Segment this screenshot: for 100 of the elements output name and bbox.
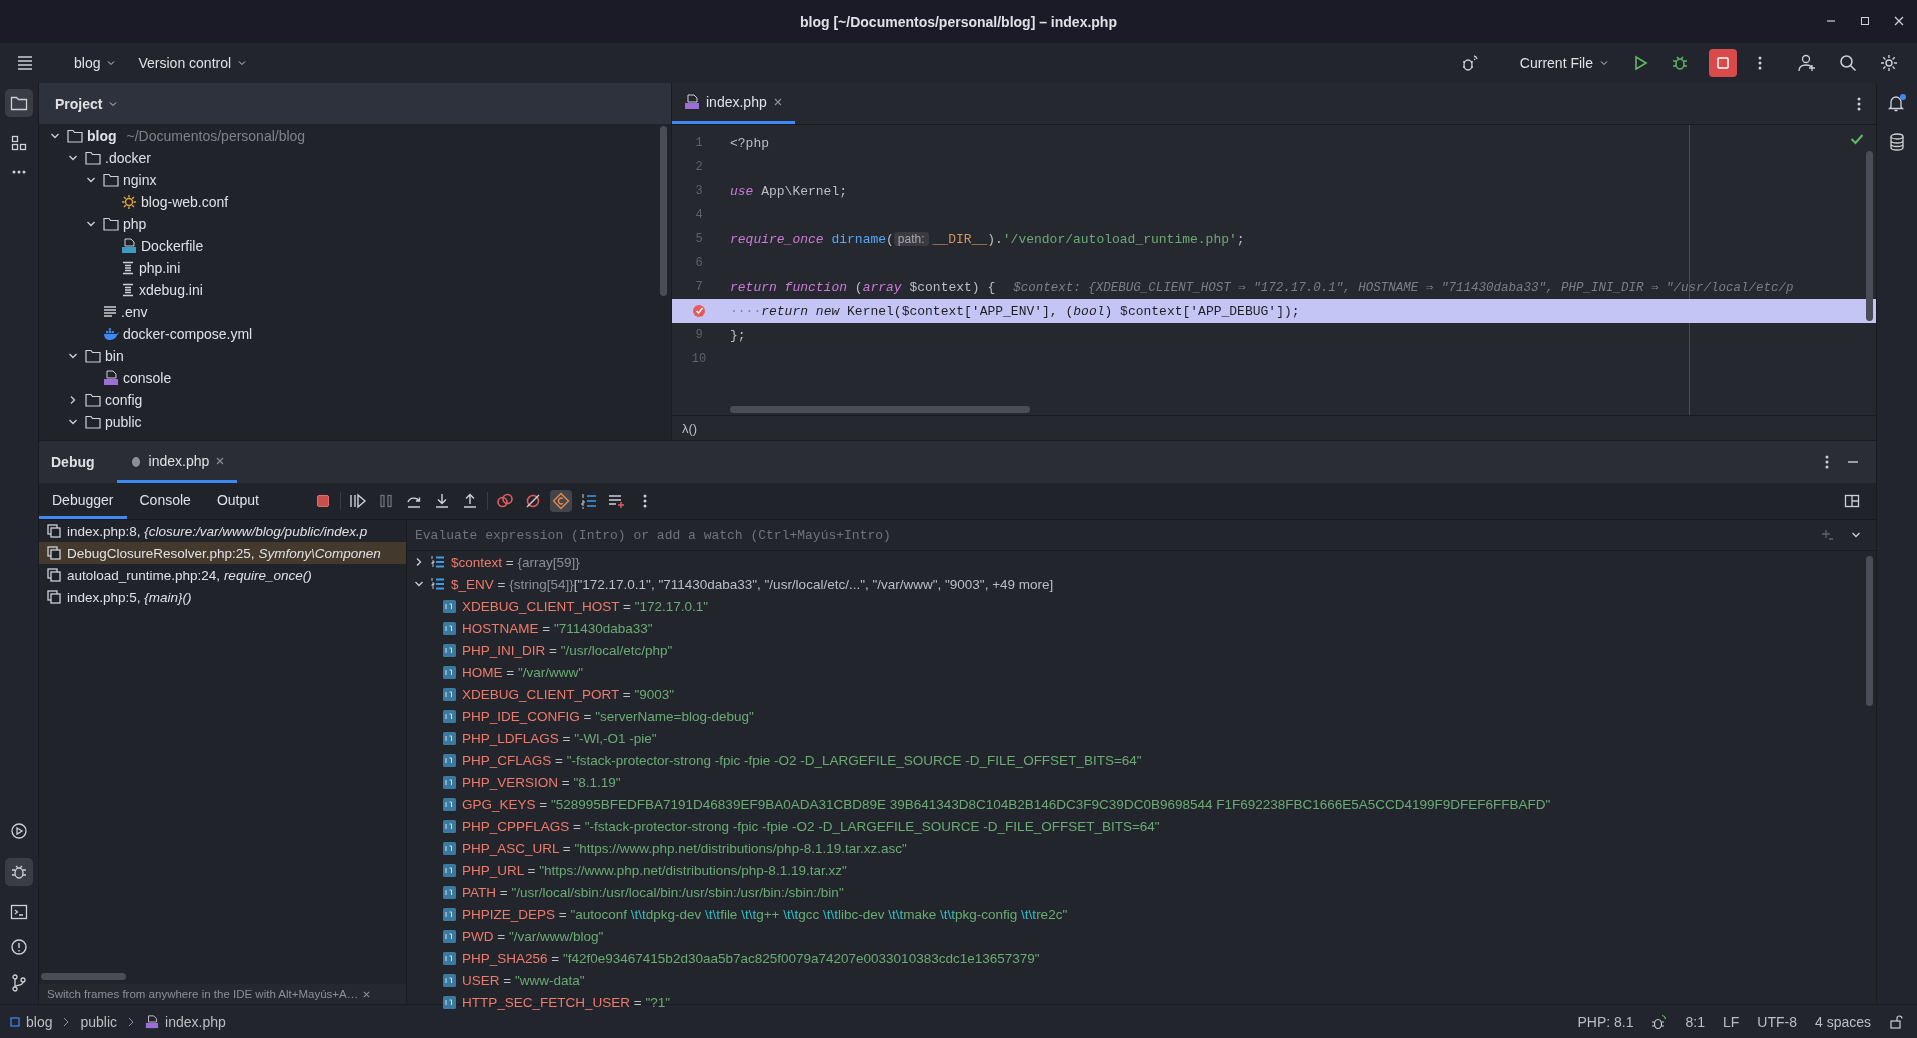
scrollbar[interactable] — [730, 406, 1030, 413]
variable-entry[interactable]: PHP_INI_DIR = "/usr/local/etc/php" — [462, 642, 673, 658]
variable-entry[interactable]: HTTP_SEC_FETCH_USER = "?1" — [462, 994, 671, 1010]
debug-panel-title: Debug — [51, 454, 95, 470]
terminal-icon[interactable] — [10, 904, 28, 920]
view-selector[interactable]: Project — [49, 94, 125, 113]
tree-item-label[interactable]: xdebug.ini — [139, 282, 203, 298]
structure-icon[interactable] — [11, 135, 27, 151]
variable-entry[interactable]: USER = "www-data" — [462, 972, 585, 988]
caret-position[interactable]: 8:1 — [1685, 1013, 1705, 1030]
line-number: 10 — [691, 352, 707, 366]
variable-entry[interactable]: $_ENV = {string[54]}["172.17.0.1", "711430daba33", "/usr/local/etc/...", "/var/www", "9003", +49 more] — [451, 576, 1054, 592]
scrollbar[interactable] — [41, 973, 126, 980]
variable-entry[interactable]: $context = {array[59]} — [451, 554, 580, 570]
close-icon[interactable] — [1893, 15, 1905, 27]
tree-item-label[interactable]: Dockerfile — [141, 238, 204, 254]
tree-item-label[interactable]: config — [105, 392, 143, 408]
variable-entry[interactable]: PHP_SHA256 = "f42f0e93467415b2d30aa5b7ac825f0079a74207e0033010383cdc1e13657379" — [462, 950, 1040, 966]
frame-icon — [47, 590, 61, 604]
debug-subtab[interactable]: Debugger — [39, 483, 127, 519]
debug-icon[interactable] — [1671, 54, 1689, 72]
variable-entry[interactable]: GPG_KEYS = "528995BFEDFBA7191D46839EF9BA0ADA31CBD89E 39B641343D8C104B2B146DC3F9C39DC0B9698544 F1F692238FBC1666E5A5CCD4199F9DFEF6FFBAFD" — [462, 796, 1551, 812]
variable-entry[interactable]: PHPIZE_DEPS = "autoconf \t\tdpkg-dev \t\tfile \t\tg++ \t\tgcc \t\tlibc-dev \t\tmake \t\tpkg-config \t\tre2c" — [462, 906, 1068, 922]
stack-frame[interactable]: DebugClosureResolver.php:25, Symfony\Componen — [39, 542, 406, 564]
variable-entry[interactable]: PHP_VERSION = "8.1.19" — [462, 774, 621, 790]
scrollbar[interactable] — [1866, 151, 1873, 321]
search-icon[interactable] — [1839, 54, 1857, 72]
scrollbar[interactable] — [660, 126, 667, 296]
stack-frame[interactable]: index.php:5, {main}() — [39, 586, 406, 608]
more-icon[interactable] — [1824, 454, 1830, 470]
stack-frame[interactable]: index.php:8, {closure:/var/www/blog/public/index.p — [39, 520, 406, 542]
maximize-icon[interactable] — [1859, 15, 1871, 27]
problems-icon[interactable] — [10, 938, 28, 956]
variable-entry[interactable]: PHP_IDE_CONFIG = "serverName=blog-debug" — [462, 708, 754, 724]
tree-item-label[interactable]: docker-compose.yml — [123, 326, 253, 342]
tree-item-label[interactable]: bin — [105, 348, 124, 364]
path-breadcrumb[interactable]: public — [80, 1013, 118, 1030]
tree-item-label[interactable]: blog-web.conf — [141, 194, 229, 210]
chevron-icon — [237, 58, 248, 68]
more-icon[interactable] — [1757, 55, 1763, 71]
variable-entry[interactable]: PATH = "/usr/local/sbin:/usr/local/bin:/usr/sbin:/usr/bin:/sbin:/bin" — [462, 884, 844, 900]
line-number: 7 — [695, 280, 703, 294]
project-tool-button[interactable] — [5, 89, 33, 117]
project-switcher[interactable]: blog — [66, 51, 125, 75]
field-icon — [443, 797, 456, 811]
variable-entry[interactable]: PHP_ASC_URL = "https://www.php.net/distributions/php-8.1.19.tar.xz.asc" — [462, 840, 907, 856]
layout-icon[interactable] — [1844, 493, 1860, 509]
variable-entry[interactable]: PHP_LDFLAGS = "-Wl,-O1 -pie" — [462, 730, 657, 746]
close-icon[interactable] — [772, 97, 783, 107]
path-breadcrumb[interactable]: blog — [26, 1013, 53, 1030]
variable-entry[interactable]: HOSTNAME = "711430daba33" — [462, 620, 653, 636]
variable-entry[interactable]: PWD = "/var/www/blog" — [462, 928, 604, 944]
breakpoint-icon[interactable] — [692, 304, 706, 318]
code-breadcrumb[interactable]: λ() — [682, 420, 698, 436]
tree-item-label[interactable]: console — [123, 370, 172, 386]
module-icon — [10, 1016, 20, 1027]
more-icon[interactable] — [1856, 95, 1862, 112]
stop-button[interactable] — [1709, 49, 1737, 77]
menu-icon[interactable] — [16, 55, 34, 71]
tree-item-label[interactable]: .env — [121, 304, 148, 320]
tree-item-label[interactable]: php.ini — [139, 260, 181, 276]
vcs-dropdown[interactable]: Version control — [130, 51, 256, 75]
run-config-dropdown[interactable]: Current File — [1511, 51, 1617, 75]
script-file-icon — [684, 94, 700, 110]
variable-entry[interactable]: XDEBUG_CLIENT_PORT = "9003" — [462, 686, 675, 702]
field-icon — [443, 995, 456, 1009]
git-branch-icon[interactable] — [11, 974, 27, 992]
debug-session-tab[interactable]: index.php — [116, 441, 238, 483]
add-user-icon[interactable] — [1797, 53, 1817, 73]
stack-frame[interactable]: autoload_runtime.php:24, require_once() — [39, 564, 406, 586]
lock-icon[interactable] — [1889, 1014, 1903, 1029]
variable-entry[interactable]: XDEBUG_CLIENT_HOST = "172.17.0.1" — [462, 598, 709, 614]
variable-entry[interactable]: PHP_CPPFLAGS = "-fstack-protector-strong -fpic -fpie -O2 -D_LARGEFILE_SOURCE -D_FILE_OFFSET_BITS=64" — [462, 818, 1160, 834]
variable-entry[interactable]: PHP_CFLAGS = "-fstack-protector-strong -fpic -fpie -O2 -D_LARGEFILE_SOURCE -D_FILE_OFFSET_BITS=64" — [462, 752, 1142, 768]
database-icon[interactable] — [1889, 133, 1905, 151]
tree-item-label[interactable]: blog — [87, 128, 117, 144]
path-breadcrumb[interactable]: index.php — [165, 1013, 226, 1030]
line-separator[interactable]: LF — [1722, 1013, 1740, 1030]
gear-icon — [121, 194, 137, 210]
tree-item-label[interactable]: public — [105, 414, 142, 430]
tree-item-label[interactable]: nginx — [123, 172, 157, 188]
scrollbar[interactable] — [1866, 556, 1873, 706]
debug-subtab[interactable]: Console — [126, 483, 204, 519]
notifications-icon[interactable] — [1887, 93, 1907, 113]
tree-item-label[interactable]: .docker — [105, 150, 151, 166]
evaluate-field[interactable]: Evaluate expression (Intro) or add a watch (Ctrl+Mayús+Intro) — [415, 522, 1804, 548]
debug-tool-button[interactable] — [5, 858, 33, 886]
variable-entry[interactable]: HOME = "/var/www" — [462, 664, 583, 680]
indent-setting[interactable]: 4 spaces — [1814, 1013, 1871, 1030]
tree-item-label[interactable]: php — [123, 216, 147, 232]
more-icon[interactable] — [11, 169, 27, 175]
editor-tab[interactable]: index.php — [672, 83, 795, 124]
folder-icon — [10, 95, 28, 111]
services-icon[interactable] — [10, 822, 28, 840]
variable-entry[interactable]: PHP_URL = "https://www.php.net/distributions/php-8.1.19.tar.xz" — [462, 862, 847, 878]
exceptions-icon[interactable] — [549, 490, 572, 512]
settings-icon[interactable] — [1879, 53, 1899, 73]
language-level[interactable]: PHP: 8.1 — [1577, 1013, 1634, 1030]
file-encoding[interactable]: UTF-8 — [1757, 1013, 1797, 1030]
debug-subtab[interactable]: Output — [203, 483, 272, 519]
